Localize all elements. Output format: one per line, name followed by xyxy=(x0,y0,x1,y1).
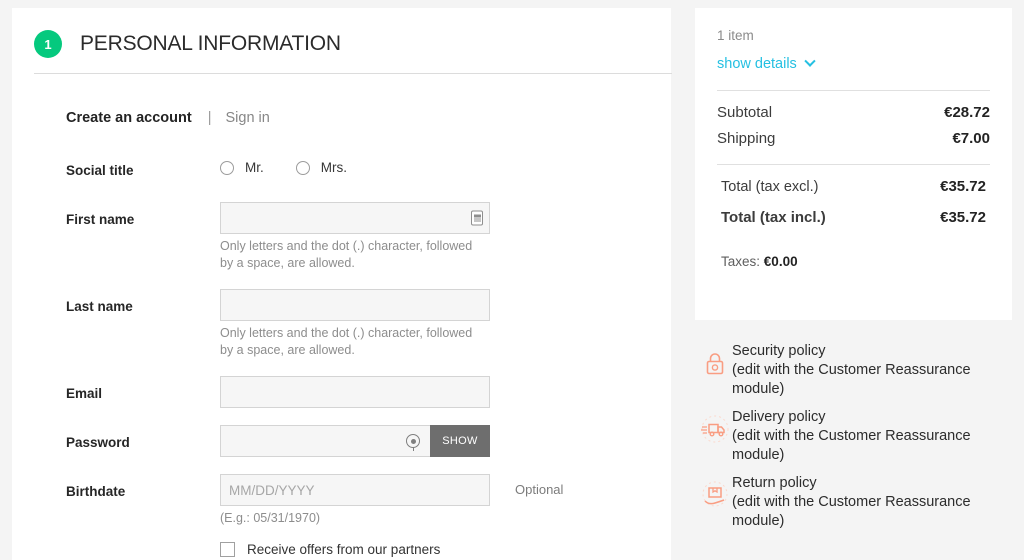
birthdate-field-group: (E.g.: 05/31/1970) xyxy=(220,474,490,527)
policy-delivery-text: Delivery policy (edit with the Customer … xyxy=(691,408,1024,465)
shipping-label: Shipping xyxy=(717,130,776,147)
taxes-label: Taxes: xyxy=(721,254,761,269)
summary-divider-bottom xyxy=(717,164,990,165)
label-password: Password xyxy=(66,435,130,450)
email-field-group xyxy=(220,376,490,408)
checkbox-icon[interactable] xyxy=(220,542,235,557)
taxes-value: €0.00 xyxy=(763,254,798,269)
password-visibility-icon-stem xyxy=(412,447,414,451)
total-incl-value: €35.72 xyxy=(940,209,986,226)
label-birthdate: Birthdate xyxy=(66,484,126,499)
last-name-field-group: Only letters and the dot (.) character, … xyxy=(220,289,490,359)
radio-circle-icon[interactable] xyxy=(295,160,310,175)
radio-circle-icon[interactable] xyxy=(220,160,234,175)
password-field-group: SHOW xyxy=(220,425,490,457)
show-details-link[interactable]: show details xyxy=(717,55,816,72)
total-excl-value: €35.72 xyxy=(940,178,986,195)
policy-return-note: (edit with the Customer Reassurance modu… xyxy=(732,494,971,529)
policy-security-title: Security policy xyxy=(732,343,826,359)
radio-label-mrs: Mrs. xyxy=(320,160,347,175)
label-social-title: Social title xyxy=(66,163,134,178)
radio-label-mr: Mr. xyxy=(245,160,264,175)
step-header: 1 PERSONAL INFORMATION xyxy=(12,8,671,62)
page-title: PERSONAL INFORMATION xyxy=(80,32,341,55)
show-password-button[interactable]: SHOW xyxy=(430,425,490,457)
chevron-down-icon xyxy=(804,55,816,67)
label-last-name: Last name xyxy=(66,299,133,314)
step-number-badge: 1 xyxy=(34,30,62,58)
email-input[interactable] xyxy=(220,376,490,408)
policy-security-text: Security policy (edit with the Customer … xyxy=(691,342,1024,399)
taxes-line: Taxes: €0.00 xyxy=(717,254,990,269)
show-details-label: show details xyxy=(717,56,797,72)
label-first-name: First name xyxy=(66,212,135,227)
checkout-page: 1 PERSONAL INFORMATION Create an account… xyxy=(0,0,1024,560)
account-tabs: Create an account | Sign in xyxy=(66,110,270,126)
password-visibility-icon[interactable] xyxy=(406,434,420,448)
shipping-value: €7.00 xyxy=(952,130,990,147)
label-email: Email xyxy=(66,386,103,401)
personal-information-panel: 1 PERSONAL INFORMATION Create an account… xyxy=(12,8,672,560)
offers-checkbox-label: Receive offers from our partners xyxy=(247,542,441,557)
policy-security-note: (edit with the Customer Reassurance modu… xyxy=(732,362,971,397)
password-input[interactable] xyxy=(220,425,430,457)
policy-return-title: Return policy xyxy=(732,475,817,491)
policy-delivery-title: Delivery policy xyxy=(732,409,826,425)
tab-separator: | xyxy=(207,110,212,126)
birthdate-hint: (E.g.: 05/31/1970) xyxy=(220,511,321,525)
policy-security: Security policy (edit with the Customer … xyxy=(691,342,1024,399)
last-name-input[interactable] xyxy=(220,289,490,321)
summary-row-total-incl: Total (tax incl.) €35.72 xyxy=(717,209,990,226)
offers-checkbox-row[interactable]: Receive offers from our partners xyxy=(220,542,440,557)
birthdate-input[interactable] xyxy=(220,474,490,506)
first-name-input[interactable] xyxy=(220,202,490,234)
policy-delivery-note: (edit with the Customer Reassurance modu… xyxy=(732,428,971,463)
subtotal-value: €28.72 xyxy=(944,104,990,121)
summary-row-shipping: Shipping €7.00 xyxy=(717,130,990,147)
delivery-truck-icon xyxy=(700,414,730,444)
policy-delivery: Delivery policy (edit with the Customer … xyxy=(691,408,1024,465)
radio-social-title-mrs[interactable]: Mrs. xyxy=(295,160,347,175)
tab-create-an-account[interactable]: Create an account xyxy=(66,110,192,126)
summary-row-total-excl: Total (tax excl.) €35.72 xyxy=(717,178,990,195)
customer-reassurance-block: Security policy (edit with the Customer … xyxy=(691,336,1024,560)
total-excl-label: Total (tax excl.) xyxy=(721,179,819,195)
summary-divider-top xyxy=(717,90,990,91)
last-name-hint: Only letters and the dot (.) character, … xyxy=(220,326,473,357)
tab-sign-in[interactable]: Sign in xyxy=(226,110,270,126)
subtotal-label: Subtotal xyxy=(717,104,773,121)
padlock-icon xyxy=(700,348,730,378)
contact-card-icon[interactable] xyxy=(471,210,483,226)
policy-return: Return policy (edit with the Customer Re… xyxy=(691,474,1024,531)
radio-social-title-mr[interactable]: Mr. xyxy=(220,160,264,175)
header-divider xyxy=(34,73,672,74)
first-name-hint: Only letters and the dot (.) character, … xyxy=(220,239,473,270)
policy-return-text: Return policy (edit with the Customer Re… xyxy=(691,474,1024,531)
birthdate-optional-tag: Optional xyxy=(515,482,564,497)
summary-row-subtotal: Subtotal €28.72 xyxy=(717,104,990,121)
first-name-field-group: Only letters and the dot (.) character, … xyxy=(220,202,490,272)
return-box-icon xyxy=(700,480,730,510)
items-count: 1 item xyxy=(717,28,754,43)
social-title-group: Mr. Mrs. xyxy=(220,160,379,175)
total-incl-label: Total (tax incl.) xyxy=(721,209,826,226)
order-summary-card: 1 item show details Subtotal €28.72 Ship… xyxy=(695,8,1012,320)
